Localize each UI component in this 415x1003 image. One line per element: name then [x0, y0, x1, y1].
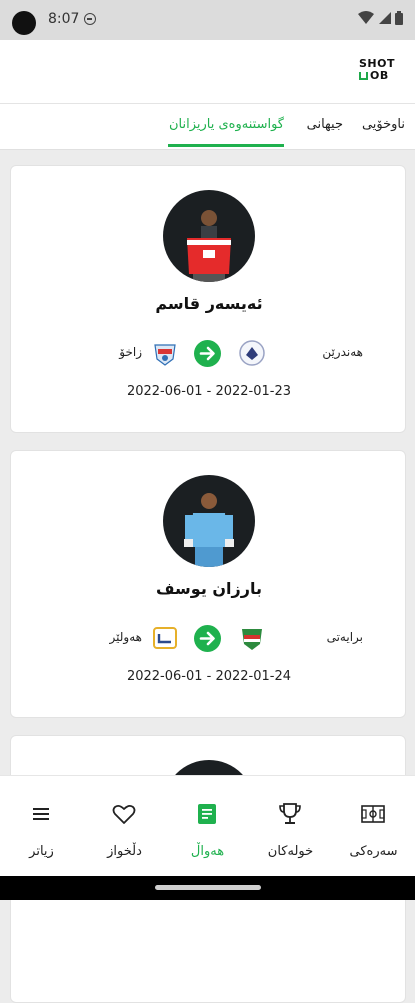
transfer-arrow-icon — [194, 340, 221, 367]
transfer-dates: 2022-06-01 - 2022-01-23 — [126, 384, 292, 399]
transfer-dates: 2022-06-01 - 2022-01-24 — [126, 669, 292, 684]
nav-more[interactable]: زیاتر — [0, 776, 83, 877]
app-bar: SHOT OB — [0, 40, 415, 104]
wifi-icon — [358, 11, 374, 24]
nav-more-label: زیاتر — [29, 844, 54, 859]
nav-news[interactable]: هەواڵ — [166, 776, 249, 877]
transfer-card[interactable]: ئەیسەر قاسم هەندرێن زاخۆ 2022-06-01 - 20… — [10, 165, 406, 433]
nav-leagues[interactable]: خولەکان — [249, 776, 332, 877]
nav-favorites-label: دڵخواز — [107, 844, 142, 859]
from-team-crest-icon — [239, 340, 265, 366]
player-avatar — [163, 475, 255, 567]
system-icons — [358, 11, 403, 25]
tab-transfers[interactable]: گواستنەوەی یاریزانان — [169, 117, 284, 132]
to-team-crest-icon — [153, 627, 177, 649]
active-tab-indicator — [168, 144, 284, 147]
heart-icon — [112, 804, 136, 824]
system-home-bar — [0, 876, 415, 900]
from-team-name: برایەتی — [326, 630, 363, 644]
news-icon — [198, 804, 216, 824]
transfer-route: برایەتی هەولێر — [11, 623, 407, 653]
from-team-crest-icon — [242, 629, 262, 650]
status-bar: 8:07 — [0, 0, 415, 40]
do-not-disturb-icon — [84, 13, 96, 25]
nav-leagues-label: خولەکان — [267, 844, 314, 859]
transfer-card[interactable]: بارزان یوسف برایەتی هەولێر 2022-06-01 - … — [10, 450, 406, 718]
to-team-crest-icon — [154, 344, 176, 366]
status-time: 8:07 — [48, 11, 80, 27]
to-team-name: زاخۆ — [119, 345, 142, 359]
nav-favorites[interactable]: دڵخواز — [83, 776, 166, 877]
trophy-icon — [279, 803, 301, 824]
pitch-icon — [361, 805, 385, 823]
player-avatar — [163, 190, 255, 282]
transfer-route: هەندرێن زاخۆ — [11, 338, 407, 368]
player-name: ئەیسەر قاسم — [155, 294, 263, 313]
from-team-name: هەندرێن — [322, 345, 363, 359]
nav-news-label: هەواڵ — [190, 844, 225, 859]
tab-world[interactable]: جیهانی — [307, 117, 343, 132]
camera-cutout — [12, 11, 36, 35]
battery-icon — [395, 11, 403, 25]
nav-home-label: سەرەکی — [349, 844, 398, 859]
logo-goal-icon — [359, 72, 368, 80]
tab-local[interactable]: ناوخۆیی — [362, 117, 405, 132]
player-photo-icon — [187, 210, 231, 282]
app-logo[interactable]: SHOT OB — [359, 58, 399, 82]
home-indicator[interactable] — [155, 885, 261, 890]
signal-icon — [379, 12, 391, 24]
bottom-navigation: سەرەکی خولەکان هەواڵ دڵخواز زیاتر — [0, 775, 415, 876]
logo-text-bottom: OB — [370, 69, 389, 82]
to-team-name: هەولێر — [109, 630, 142, 644]
player-name: بارزان یوسف — [156, 579, 262, 598]
player-photo-icon — [184, 493, 234, 567]
transfer-arrow-icon — [194, 625, 221, 652]
menu-icon — [33, 808, 49, 820]
nav-home[interactable]: سەرەکی — [332, 776, 415, 877]
